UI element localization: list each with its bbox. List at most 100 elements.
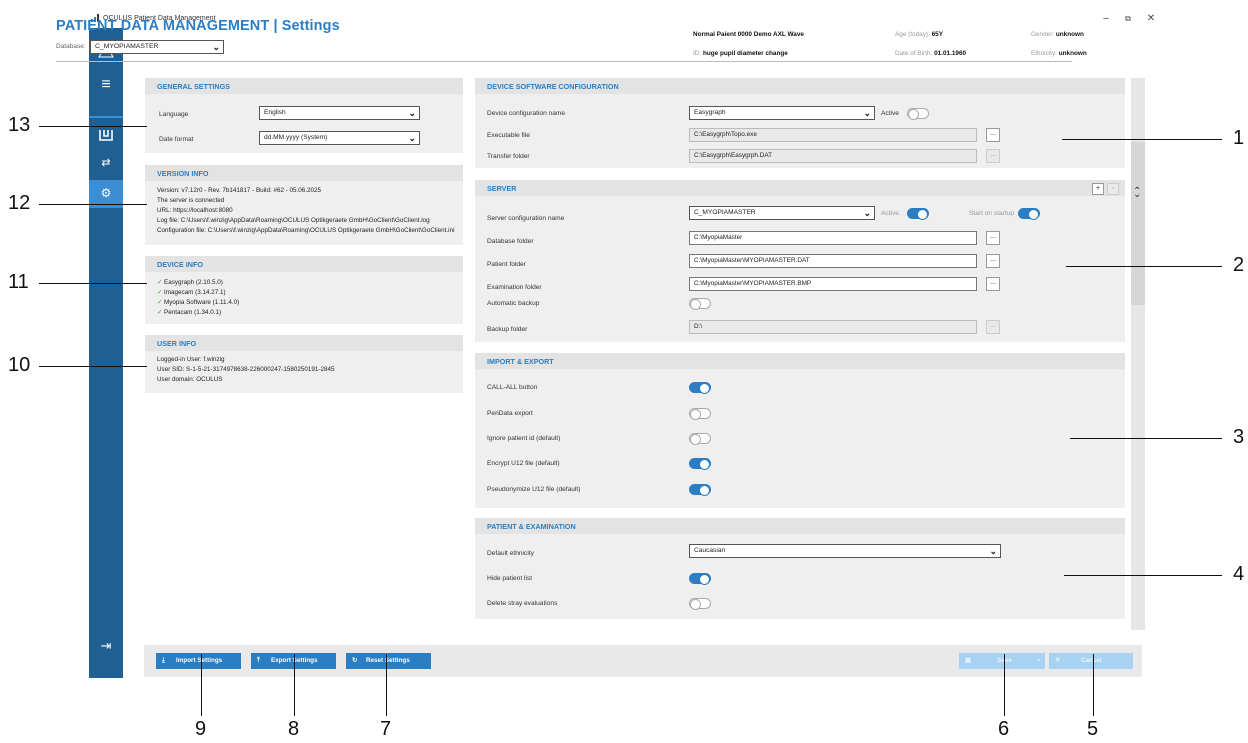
start-on-startup-toggle[interactable] (1018, 208, 1040, 220)
default-ethnicity-select[interactable]: Caucasian ⌄ (689, 544, 1001, 558)
download-icon: ⤓ (162, 657, 165, 664)
database-folder-label: Database folder (487, 238, 534, 245)
upload-icon: ⤒ (257, 657, 260, 664)
close-icon: ✕ (1055, 657, 1061, 664)
patient-id-value: huge pupil diameter change (702, 50, 788, 57)
patient-folder-field[interactable]: C:\MyopiaMaster\MYOPIAMASTER.DAT (689, 254, 977, 268)
encrypt-toggle[interactable] (689, 458, 711, 470)
settings-gear-icon[interactable]: ⚙ (89, 180, 123, 206)
scrollbar-thumb[interactable] (1131, 142, 1145, 305)
database-select[interactable]: C_MYOPIAMASTER ⌄ (90, 40, 224, 54)
date-format-select[interactable]: dd.MM.yyyy (System) ⌄ (259, 131, 420, 145)
callout-line (1066, 266, 1222, 267)
reset-icon: ↻ (352, 657, 358, 664)
patient-gender-label: Gender: (1031, 31, 1055, 38)
delete-stray-toggle[interactable] (689, 598, 711, 610)
server-active-toggle[interactable] (907, 208, 929, 220)
transfer-icon[interactable]: ⇄ (89, 150, 123, 176)
menu-icon[interactable]: ≡ (89, 72, 123, 98)
callout-number: 3 (1233, 426, 1245, 448)
examination-folder-field[interactable]: C:\MyopiaMaster\MYOPIAMASTER.BMP (689, 277, 977, 291)
chevron-down-icon: ⌄ (1035, 656, 1041, 663)
save-button[interactable]: ▣Save⌄ (959, 653, 1045, 669)
transfer-browse-button[interactable]: ... (986, 149, 1000, 163)
patient-dob-value: 01.01.1960 (934, 50, 967, 57)
callout-line (294, 654, 295, 716)
logout-icon[interactable]: ⇥ (89, 633, 123, 659)
minimize-icon[interactable]: – (1099, 13, 1113, 24)
callout-number: 2 (1233, 254, 1245, 276)
default-ethnicity-label: Default ethnicity (487, 550, 534, 557)
save-icon: ▣ (965, 657, 971, 664)
reset-settings-button[interactable]: ↻ Reset Settings (346, 653, 431, 669)
patient-name: Normal Paient 0000 Demo AXL Wave (693, 31, 804, 38)
default-ethnicity-value: Caucasian (694, 547, 726, 554)
ignore-id-toggle[interactable] (689, 433, 711, 445)
date-format-select-value: dd.MM.yyyy (System) (264, 134, 328, 141)
user-info-title: USER INFO (145, 335, 463, 351)
sidebar-divider (89, 206, 123, 208)
callout-line (1064, 575, 1222, 576)
add-server-button[interactable]: + (1092, 183, 1104, 195)
backup-folder-field[interactable]: D:\ (689, 320, 977, 334)
patient-age-label: Age (today): (895, 31, 930, 38)
patient-folder-browse-button[interactable]: ... (986, 254, 1000, 268)
callout-line (386, 654, 387, 716)
callout-line (1070, 438, 1222, 439)
call-all-toggle[interactable] (689, 382, 711, 394)
executable-browse-button[interactable]: ... (986, 128, 1000, 142)
device-item: ✓ Imagecam (3.14.27.1) (157, 288, 226, 298)
ignore-id-label: Ignore patient id (default) (487, 435, 561, 442)
automatic-backup-toggle[interactable] (689, 298, 711, 310)
callout-number: 4 (1233, 563, 1245, 585)
user-domain-line: User domain: OCULUS (157, 376, 223, 383)
cancel-button[interactable]: ✕ Cancel (1049, 653, 1133, 669)
patient-gender-value: unknown (1055, 31, 1084, 38)
import-export-title: IMPORT & EXPORT (475, 353, 1125, 369)
scrollbar[interactable] (1131, 78, 1145, 630)
examination-folder-label: Examination folder (487, 284, 542, 291)
database-folder-browse-button[interactable]: ... (986, 231, 1000, 245)
callout-number: 1 (1233, 127, 1245, 149)
remove-server-button[interactable]: - (1107, 183, 1119, 195)
backup-folder-browse-button[interactable]: ... (986, 320, 1000, 334)
encrypt-label: Encrypt U12 file (default) (487, 460, 560, 467)
peridata-toggle[interactable] (689, 408, 711, 420)
callout-line (1093, 654, 1094, 716)
device-item-label: Easygraph (2.10.5.0) (164, 279, 223, 286)
database-folder-field[interactable]: C:\MyopiaMaster (689, 231, 977, 245)
version-info-panel: VERSION INFO Version: v7.12r0 - Rev. 7b1… (145, 165, 463, 245)
server-panel: SERVER + - Server configuration name C_M… (475, 180, 1125, 342)
hide-patient-list-toggle[interactable] (689, 573, 711, 585)
device-active-toggle[interactable] (907, 108, 929, 120)
header-divider (56, 61, 1072, 62)
database-label: Database: (56, 43, 86, 50)
expand-collapse-icon[interactable]: ⌃ ⌄ (1133, 186, 1141, 208)
close-icon[interactable]: ✕ (1144, 13, 1158, 24)
check-icon: ✓ (157, 309, 163, 316)
patient-folder-label: Patient folder (487, 261, 526, 268)
config-file-line: Configuration file: C:\Users\f.winzig\Ap… (157, 227, 455, 234)
check-icon: ✓ (157, 289, 163, 296)
patient-gender: Gender: unknown (1031, 31, 1084, 38)
restore-icon[interactable]: ⧉ (1121, 14, 1135, 24)
examination-folder-browse-button[interactable]: ... (986, 277, 1000, 291)
callout-number: 13 (8, 114, 31, 136)
database-select-value: C_MYOPIAMASTER (95, 43, 159, 50)
pseudonymize-toggle[interactable] (689, 484, 711, 496)
language-select[interactable]: English ⌄ (259, 106, 420, 120)
reset-settings-label: Reset Settings (366, 657, 410, 664)
version-line: Version: v7.12r0 - Rev. 7b141817 - Build… (157, 187, 322, 194)
import-settings-button[interactable]: ⤓ Import Settings (156, 653, 241, 669)
transfer-folder-field[interactable]: C:\Easygrph\Easygrph.DAT (689, 149, 977, 163)
device-config-select[interactable]: Easygraph ⌄ (689, 106, 875, 120)
server-config-select[interactable]: C_MYOPIAMASTER ⌄ (689, 206, 875, 220)
callout-number: 9 (195, 718, 207, 740)
executable-field[interactable]: C:\Easygrph\Topo.exe (689, 128, 977, 142)
check-icon: ✓ (157, 279, 163, 286)
patient-name-value: Normal Paient 0000 Demo AXL Wave (693, 31, 804, 38)
device-config-label: Device configuration name (487, 110, 566, 117)
callout-line (39, 204, 147, 205)
delete-stray-label: Delete stray evaluations (487, 600, 558, 607)
callout-line (39, 366, 147, 367)
